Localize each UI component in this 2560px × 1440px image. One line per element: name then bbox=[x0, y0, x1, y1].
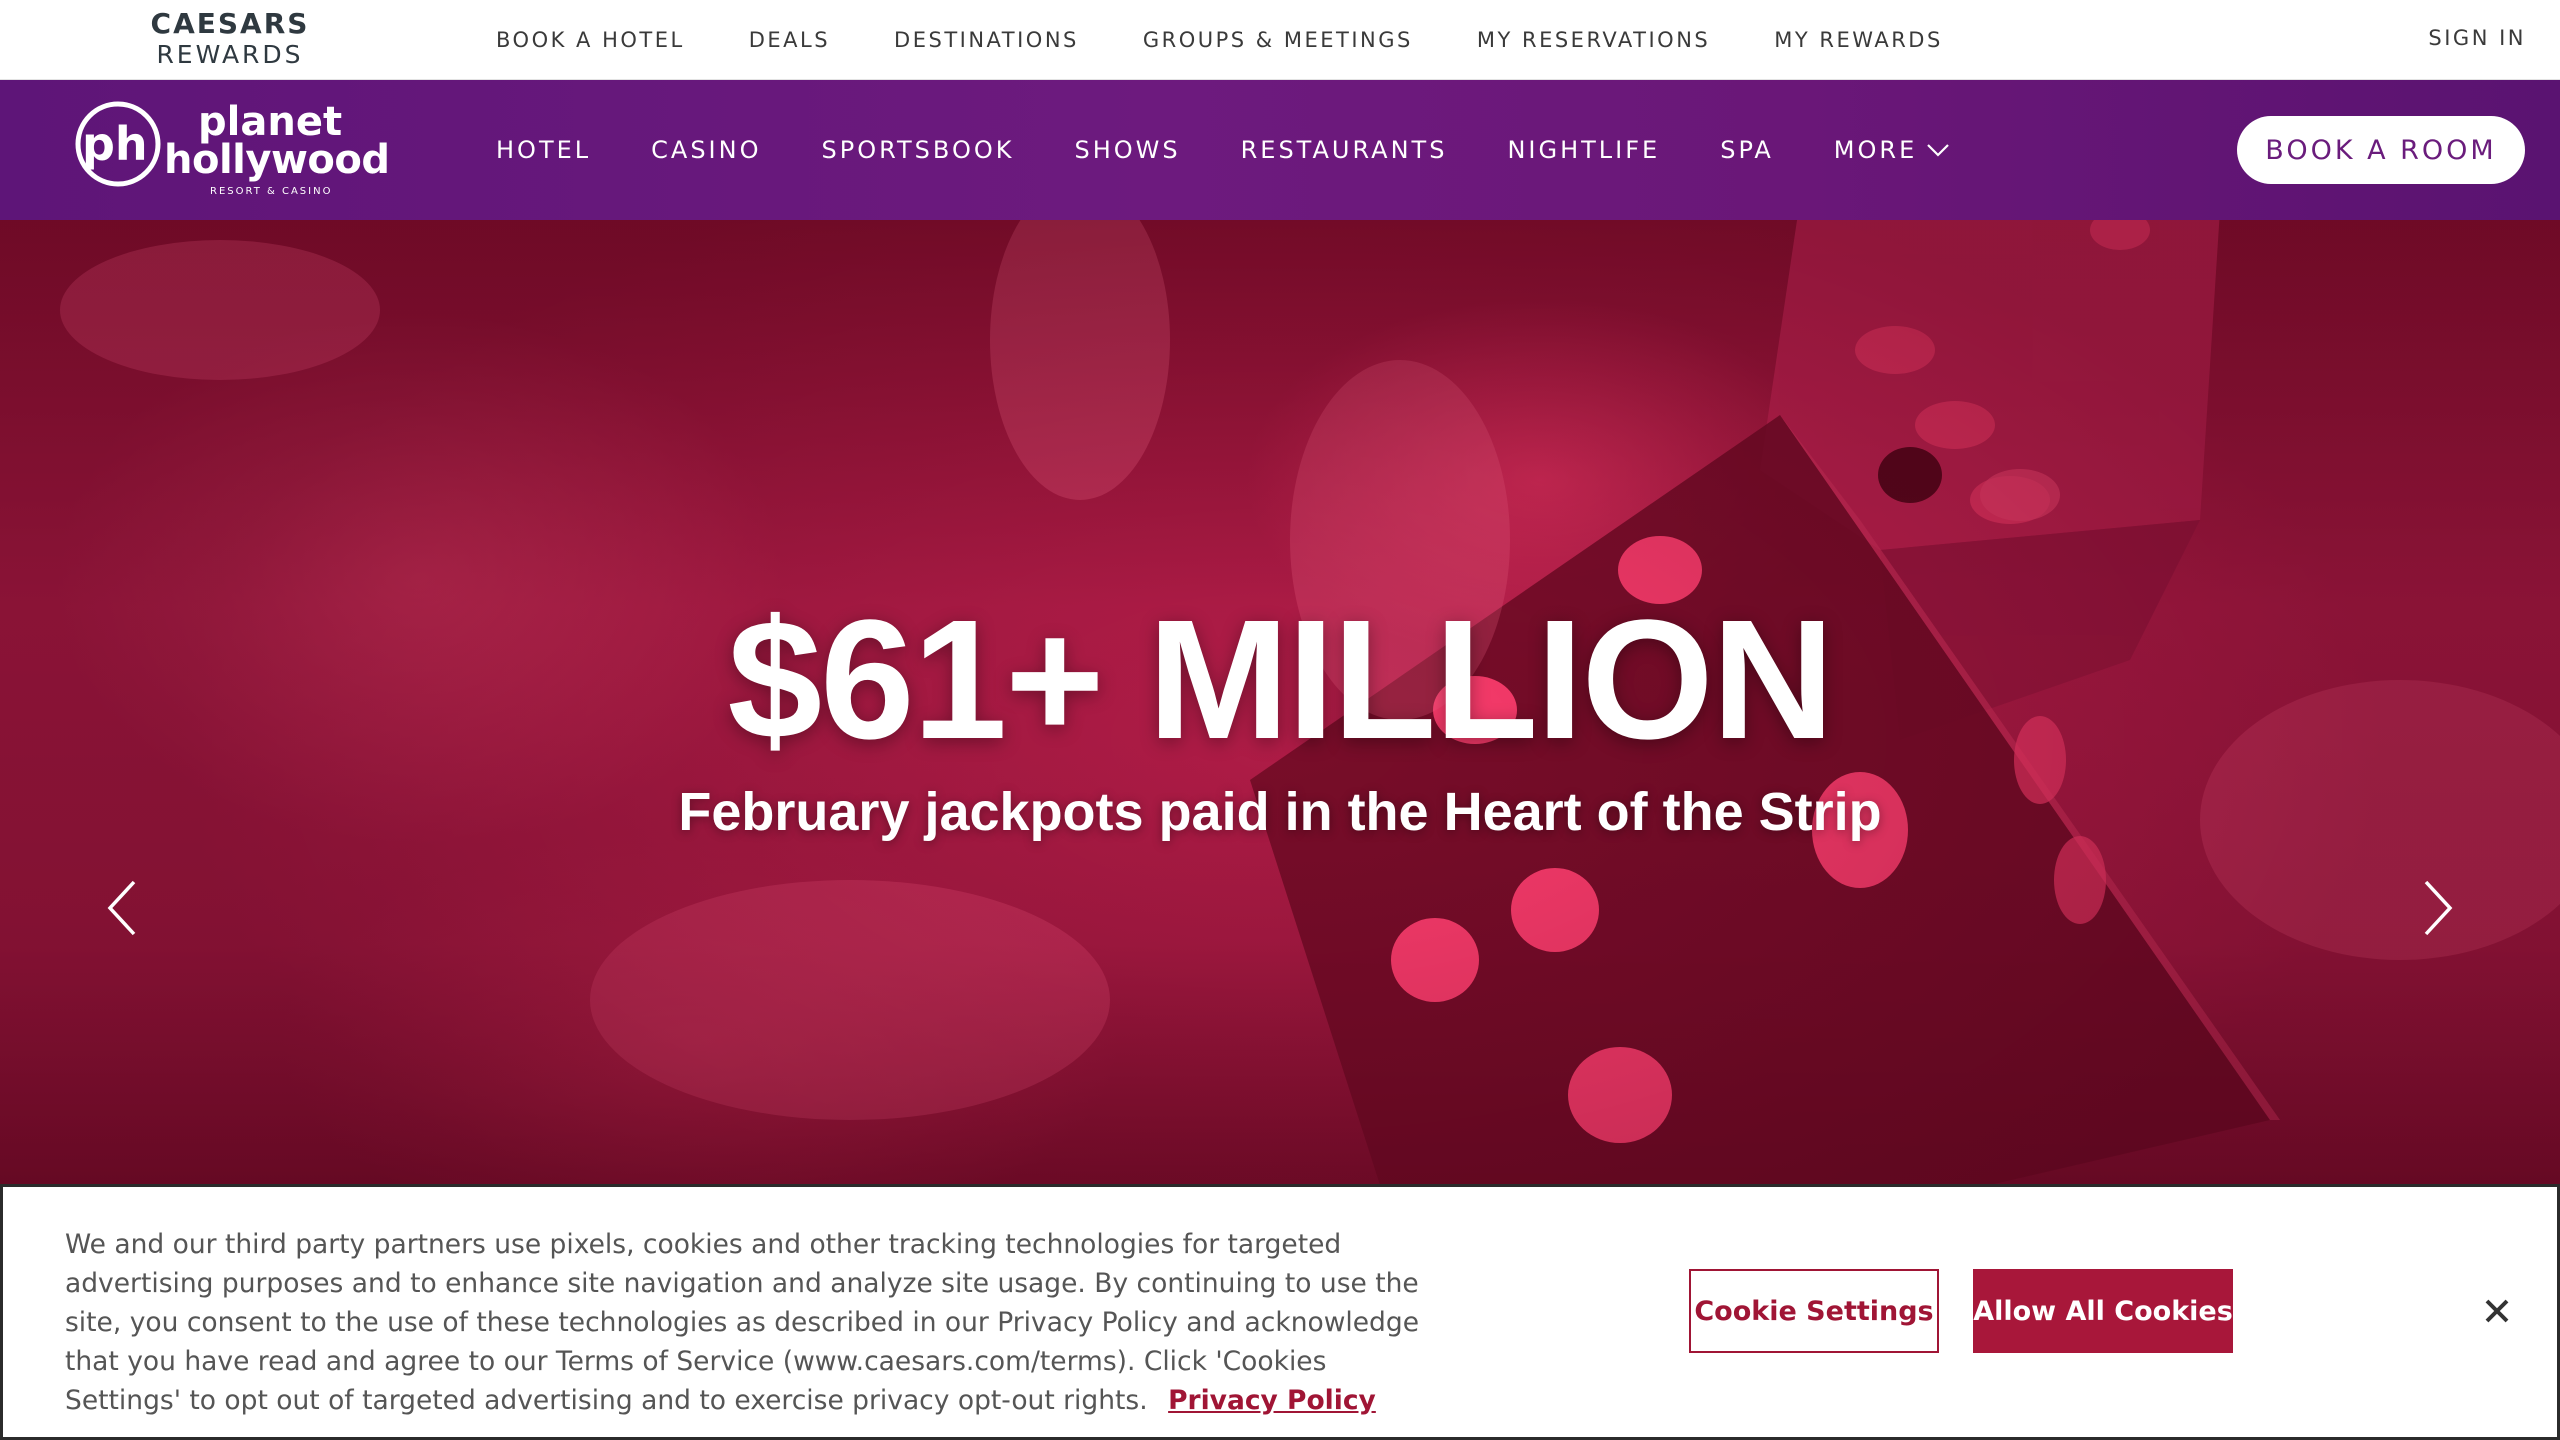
rewards-logo-word: REWARDS bbox=[156, 40, 304, 69]
hero-subheadline: February jackpots paid in the Heart of t… bbox=[678, 782, 1882, 842]
chevron-left-icon bbox=[107, 880, 136, 936]
nav-destinations[interactable]: DESTINATIONS bbox=[894, 28, 1079, 52]
property-nav-bar: ph planet hollywood RESORT & CASINO HOTE… bbox=[0, 80, 2560, 220]
caesars-rewards-logo[interactable]: CAESARS REWARDS bbox=[150, 8, 310, 72]
property-nav: HOTEL CASINO SPORTSBOOK SHOWS RESTAURANT… bbox=[496, 80, 2009, 220]
nav-casino[interactable]: CASINO bbox=[651, 136, 761, 164]
nav-nightlife[interactable]: NIGHTLIFE bbox=[1507, 136, 1660, 164]
planet-hollywood-logo[interactable]: ph planet hollywood RESORT & CASINO bbox=[72, 98, 392, 206]
nav-deals[interactable]: DEALS bbox=[749, 28, 830, 52]
privacy-policy-link[interactable]: Privacy Policy bbox=[1168, 1385, 1376, 1416]
caesars-logo-word: CAESARS bbox=[150, 7, 310, 40]
cookie-consent-banner: We and our third party partners use pixe… bbox=[0, 1184, 2560, 1440]
chevron-right-icon bbox=[2424, 880, 2453, 936]
caesars-nav: BOOK A HOTEL DEALS DESTINATIONS GROUPS &… bbox=[496, 0, 2007, 80]
nav-restaurants[interactable]: RESTAURANTS bbox=[1241, 136, 1448, 164]
allow-all-cookies-button[interactable]: Allow All Cookies bbox=[1973, 1269, 2233, 1353]
caesars-top-bar: CAESARS REWARDS BOOK A HOTEL DEALS DESTI… bbox=[0, 0, 2560, 80]
book-a-room-button[interactable]: BOOK A ROOM bbox=[2237, 116, 2525, 184]
close-icon bbox=[2485, 1299, 2509, 1323]
nav-my-rewards[interactable]: MY REWARDS bbox=[1774, 28, 1943, 52]
nav-more-label: MORE bbox=[1833, 136, 1918, 164]
nav-shows[interactable]: SHOWS bbox=[1074, 136, 1180, 164]
logo-word-hollywood: hollywood bbox=[164, 137, 390, 183]
nav-spa[interactable]: SPA bbox=[1720, 136, 1774, 164]
logo-tagline: RESORT & CASINO bbox=[210, 186, 333, 197]
nav-my-reservations[interactable]: MY RESERVATIONS bbox=[1477, 28, 1710, 52]
nav-more-dropdown[interactable]: MORE bbox=[1833, 136, 1950, 164]
sign-in-link[interactable]: SIGN IN bbox=[2428, 26, 2526, 50]
svg-text:ph: ph bbox=[82, 117, 148, 171]
chevron-down-icon bbox=[1927, 144, 1950, 157]
nav-sportsbook[interactable]: SPORTSBOOK bbox=[821, 136, 1014, 164]
carousel-next-button[interactable] bbox=[2408, 868, 2468, 948]
hero-banner: $61+ MILLION February jackpots paid in t… bbox=[0, 220, 2560, 1185]
cookie-settings-button[interactable]: Cookie Settings bbox=[1689, 1269, 1939, 1353]
nav-groups-meetings[interactable]: GROUPS & MEETINGS bbox=[1143, 28, 1413, 52]
hero-headline: $61+ MILLION bbox=[727, 585, 1835, 775]
cookie-notice-text: We and our third party partners use pixe… bbox=[65, 1225, 1435, 1420]
cookie-banner-close-button[interactable] bbox=[2479, 1293, 2515, 1329]
nav-hotel[interactable]: HOTEL bbox=[496, 136, 591, 164]
ph-monogram-icon: ph bbox=[75, 101, 161, 187]
nav-book-a-hotel[interactable]: BOOK A HOTEL bbox=[496, 28, 685, 52]
carousel-prev-button[interactable] bbox=[92, 868, 152, 948]
